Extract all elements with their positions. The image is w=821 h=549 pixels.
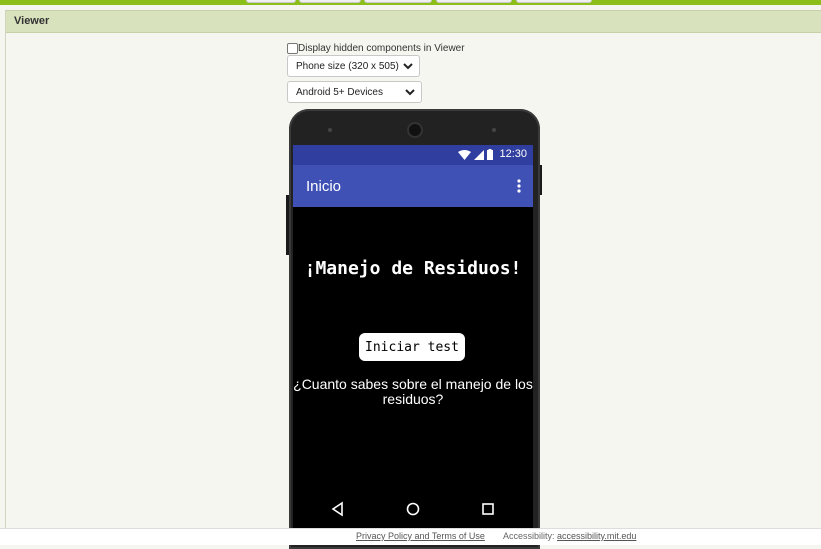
phone-sensor — [492, 128, 496, 132]
signal-icon — [474, 149, 484, 160]
wifi-icon — [458, 149, 471, 160]
checkbox-box[interactable] — [287, 43, 298, 54]
footer: Privacy Policy and Terms of Use Accessib… — [0, 528, 821, 545]
viewer-panel-header: Viewer — [6, 10, 821, 33]
chevron-down-icon — [403, 63, 413, 70]
accessibility-link[interactable]: accessibility.mit.edu — [557, 531, 636, 541]
top-accent-bar — [0, 0, 821, 5]
phone-camera — [409, 124, 421, 136]
headline-label: ¡Manejo de Residuos! — [304, 258, 522, 279]
navigation-bar — [293, 497, 533, 521]
panel-left-border — [5, 10, 6, 530]
question-label: ¿Cuanto sabes sobre el manejo de los res… — [293, 376, 533, 407]
privacy-policy-link[interactable]: Privacy Policy and Terms of Use — [356, 531, 485, 541]
toolbar-tab-stub[interactable] — [364, 0, 432, 3]
app-title: Inicio — [306, 178, 342, 195]
app-bar: Inicio — [293, 165, 533, 207]
battery-icon — [487, 149, 493, 160]
back-icon[interactable] — [330, 501, 346, 517]
phone-screen: 12:30 Inicio ¡Manejo de Residuos! Inicia… — [293, 145, 533, 545]
hidden-components-checkbox[interactable]: Display hidden components in Viewer — [287, 43, 465, 54]
device-type-value: Android 5+ Devices — [296, 87, 383, 98]
toolbar-tab-stub[interactable] — [246, 0, 296, 3]
phone-size-value: Phone size (320 x 505) — [296, 61, 399, 72]
start-test-button[interactable]: Iniciar test — [359, 333, 465, 361]
toolbar-tab-stub[interactable] — [299, 0, 361, 3]
device-type-select[interactable]: Android 5+ Devices — [287, 81, 422, 103]
status-icons — [458, 149, 493, 160]
overflow-menu-icon[interactable] — [517, 179, 521, 193]
status-time: 12:30 — [499, 148, 527, 160]
toolbar-tab-stub[interactable] — [516, 0, 592, 3]
toolbar-tab-stub[interactable] — [436, 0, 512, 3]
home-icon[interactable] — [405, 501, 421, 517]
chevron-down-icon — [405, 89, 415, 96]
status-bar: 12:30 — [293, 145, 533, 165]
phone-size-select[interactable]: Phone size (320 x 505) — [287, 55, 420, 77]
phone-sensor — [328, 128, 332, 132]
accessibility-info: Accessibility: accessibility.mit.edu — [503, 531, 636, 541]
accessibility-label: Accessibility: — [503, 531, 555, 541]
viewer-title: Viewer — [14, 15, 50, 27]
hidden-components-label: Display hidden components in Viewer — [298, 43, 465, 54]
recents-icon[interactable] — [480, 501, 496, 517]
phone-mockup: 12:30 Inicio ¡Manejo de Residuos! Inicia… — [289, 109, 540, 549]
